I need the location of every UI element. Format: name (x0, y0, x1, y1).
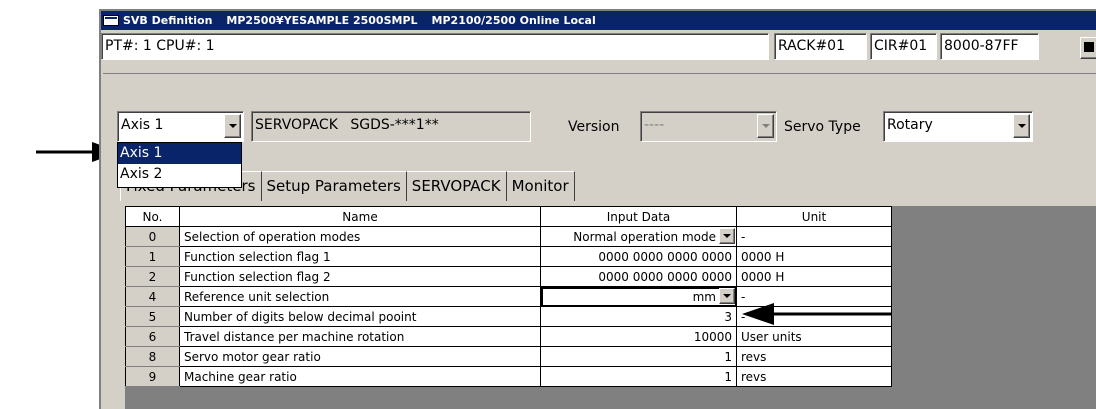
row-input: mm (692, 289, 716, 304)
row-name: Function selection flag 1 (179, 246, 541, 267)
version-label: Version (568, 119, 620, 135)
row-input: Normal operation mode (573, 229, 716, 244)
row-no: 0 (125, 226, 180, 247)
servo-type-label: Servo Type (784, 119, 861, 135)
input-dropdown-button[interactable] (719, 228, 735, 244)
table-row[interactable]: 8 Servo motor gear ratio 1 revs (125, 346, 892, 367)
row-no: 8 (125, 346, 180, 367)
axis-dropdown-list: Axis 1 Axis 2 (117, 142, 242, 188)
row-input-select[interactable]: Normal operation mode (540, 226, 737, 247)
servopack-model: SGDS-***1** (350, 117, 439, 133)
table-row[interactable]: 1 Function selection flag 1 0000 0000 00… (125, 246, 892, 267)
row-input[interactable]: 1 (540, 366, 737, 387)
axis-option-1[interactable]: Axis 1 (118, 143, 241, 164)
row-no: 6 (125, 326, 180, 347)
servo-type-select[interactable]: Rotary (883, 111, 1033, 142)
title-bar: SVB Definition MP2500¥YESAMPLE 2500SMPL … (101, 11, 1096, 30)
version-value: ---- (644, 117, 665, 133)
row-input[interactable]: 0000 0000 0000 0000 (540, 246, 737, 267)
row-no: 2 (125, 266, 180, 287)
table-row[interactable]: 6 Travel distance per machine rotation 1… (125, 326, 892, 347)
title-path: MP2500¥YESAMPLE 2500SMPL (226, 14, 418, 27)
reference-unit-select[interactable]: mm (540, 286, 737, 307)
row-unit: 0000 H (736, 266, 892, 287)
axis-select-value: Axis 1 (121, 117, 164, 133)
row-input[interactable]: 10000 (540, 326, 737, 347)
table-row[interactable]: 2 Function selection flag 2 0000 0000 00… (125, 266, 892, 287)
status-bar: PT#: 1 CPU#: 1 RACK#01 CIR#01 8000-87FF (101, 33, 1096, 60)
table-row[interactable]: 0 Selection of operation modes Normal op… (125, 226, 892, 247)
row-no: 5 (125, 306, 180, 327)
chevron-down-icon (761, 124, 770, 128)
axis-select[interactable]: Axis 1 (117, 111, 244, 142)
header-input-data: Input Data (540, 206, 737, 227)
servopack-label: SERVOPACK (255, 117, 338, 133)
servopack-field: SERVOPACK SGDS-***1** (251, 111, 531, 142)
cir-field: CIR#01 (870, 33, 937, 60)
row-name: Reference unit selection (179, 286, 541, 307)
row-name: Servo motor gear ratio (179, 346, 541, 367)
tab-setup-parameters[interactable]: Setup Parameters (261, 171, 407, 201)
title-mode: MP2100/2500 Online Local (431, 14, 596, 27)
chevron-down-icon (723, 294, 731, 298)
row-name: Function selection flag 2 (179, 266, 541, 287)
table-header-row: No. Name Input Data Unit (125, 206, 892, 227)
row-name: Machine gear ratio (179, 366, 541, 387)
version-select: ---- (640, 111, 777, 142)
row-no: 1 (125, 246, 180, 267)
row-unit: User units (736, 326, 892, 347)
title-app: SVB Definition (123, 14, 213, 27)
header-name: Name (179, 206, 541, 227)
chevron-down-icon (228, 124, 237, 128)
parameter-table: No. Name Input Data Unit 0 Selection of … (125, 206, 892, 387)
header-unit: Unit (736, 206, 892, 227)
chevron-down-icon (723, 234, 731, 238)
header-no: No. (125, 206, 180, 227)
input-dropdown-button[interactable] (719, 288, 735, 304)
pt-cpu-field: PT#: 1 CPU#: 1 (101, 33, 769, 60)
row-unit: revs (736, 366, 892, 387)
monitor-icon[interactable] (1080, 37, 1096, 59)
tab-servopack[interactable]: SERVOPACK (406, 171, 507, 201)
row-input[interactable]: 0000 0000 0000 0000 (540, 266, 737, 287)
rack-field: RACK#01 (774, 33, 867, 60)
row-name: Travel distance per machine rotation (179, 326, 541, 347)
version-dropdown-button (757, 114, 774, 138)
row-no: 9 (125, 366, 180, 387)
table-row[interactable]: 9 Machine gear ratio 1 revs (125, 366, 892, 387)
row-no: 4 (125, 286, 180, 307)
axis-option-2[interactable]: Axis 2 (118, 164, 241, 185)
tab-monitor[interactable]: Monitor (506, 171, 575, 201)
row-unit: revs (736, 346, 892, 367)
chevron-down-icon (1017, 124, 1026, 128)
separator (103, 73, 1096, 74)
servo-type-dropdown-button[interactable] (1013, 114, 1030, 138)
row-name: Number of digits below decimal pooint (179, 306, 541, 327)
row-unit: 0000 H (736, 246, 892, 267)
row-input[interactable]: 1 (540, 346, 737, 367)
address-field: 8000-87FF (940, 33, 1039, 60)
servo-type-value: Rotary (887, 117, 933, 133)
row-name: Selection of operation modes (179, 226, 541, 247)
annotation-arrow-right (742, 303, 892, 325)
axis-dropdown-button[interactable] (224, 114, 241, 138)
row-unit: - (736, 226, 892, 247)
row-input[interactable]: 3 (540, 306, 737, 327)
window-icon (103, 15, 119, 26)
